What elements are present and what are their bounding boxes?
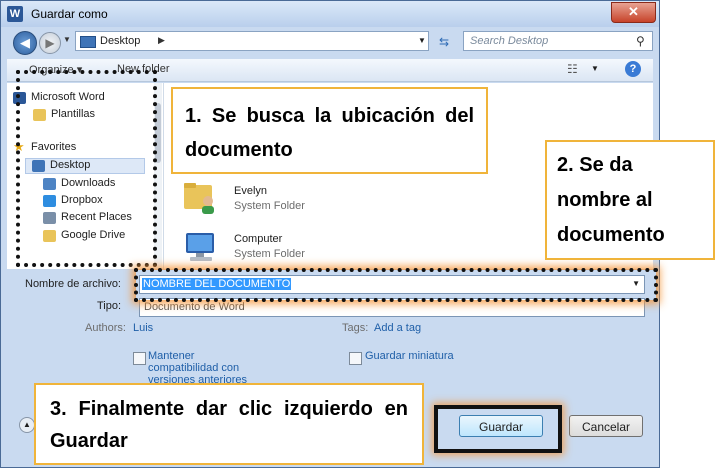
address-text: Desktop: [100, 35, 141, 47]
recent-pages-dropdown[interactable]: ▼: [63, 35, 71, 44]
step1-callout: 1. Se busca la ubicación del documento: [171, 87, 488, 174]
navigation-bar: ◀ ▶ ▼ Desktop ▶ ▼ ⇆ Search Desktop ⚲: [7, 29, 653, 55]
computer-icon: [186, 233, 214, 261]
compatibility-label[interactable]: Mantener compatibilidad con versiones an…: [148, 350, 258, 386]
search-icon[interactable]: ⚲: [636, 34, 645, 48]
window-title: Guardar como: [31, 7, 108, 21]
authors-value[interactable]: Luis: [133, 322, 153, 334]
thumbnail-label[interactable]: Guardar miniatura: [365, 350, 454, 362]
cancel-button[interactable]: Cancelar: [569, 415, 643, 437]
views-icon[interactable]: ☷: [567, 62, 578, 76]
file-name: Evelyn: [234, 185, 268, 197]
type-label: Tipo:: [97, 300, 122, 312]
desktop-icon: [80, 36, 96, 48]
filename-label: Nombre de archivo:: [25, 278, 121, 290]
forward-button[interactable]: ▶: [39, 32, 61, 54]
help-icon[interactable]: ?: [625, 61, 641, 77]
filename-highlight-box: [134, 268, 658, 302]
thumbnail-checkbox[interactable]: [349, 352, 362, 365]
file-name: Computer: [234, 233, 283, 245]
hide-folders-toggle[interactable]: ▲: [19, 417, 35, 433]
tags-value[interactable]: Add a tag: [374, 322, 421, 334]
address-dropdown-icon[interactable]: ▼: [418, 36, 426, 45]
back-button[interactable]: ◀: [13, 31, 37, 55]
close-button[interactable]: ✕: [611, 2, 656, 23]
file-type: System Folder: [234, 200, 305, 212]
address-bar[interactable]: Desktop ▶ ▼: [75, 31, 429, 51]
step2-callout: 2. Se da nombre al documento: [545, 140, 715, 260]
search-box[interactable]: Search Desktop ⚲: [463, 31, 653, 51]
chevron-right-icon[interactable]: ▶: [158, 35, 165, 46]
views-dropdown-icon[interactable]: ▼: [591, 64, 599, 73]
file-type: System Folder: [234, 248, 305, 260]
search-input[interactable]: Search Desktop: [470, 35, 548, 47]
type-value: Documento de Word: [144, 301, 245, 313]
title-bar: W Guardar como ✕: [1, 1, 659, 27]
authors-label: Authors:: [85, 322, 126, 334]
save-highlight-box: [434, 405, 562, 453]
tags-label: Tags:: [342, 322, 369, 334]
user-folder-icon: [184, 183, 214, 214]
location-highlight-box: [16, 70, 157, 267]
compatibility-checkbox[interactable]: [133, 352, 146, 365]
word-app-icon: W: [7, 6, 23, 22]
refresh-button[interactable]: ⇆: [431, 33, 457, 51]
step3-callout: 3. Finalmente dar clic izquierdo en Guar…: [34, 383, 424, 465]
